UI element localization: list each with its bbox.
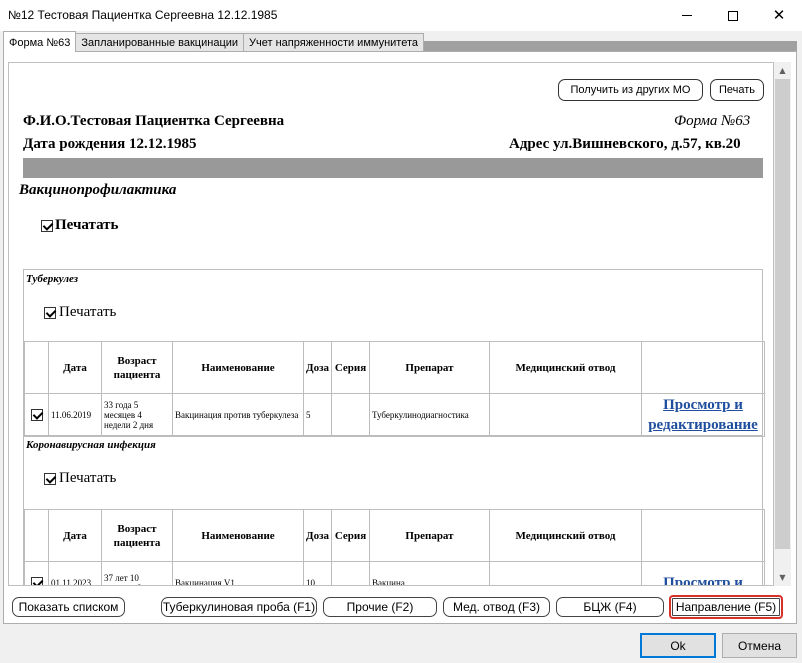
group-tuberculosis: Туберкулез Печатать Дата Возраст пациент… xyxy=(23,269,765,437)
birth-date: Дата рождения 12.12.1985 xyxy=(23,136,197,152)
tab-bar: Форма №63 Запланированные вакцинации Уче… xyxy=(3,31,424,52)
row-dose: 5 xyxy=(303,393,332,437)
ok-button[interactable]: Ok xyxy=(640,633,716,658)
col-med-exemption: Медицинский отвод xyxy=(489,509,642,562)
row-series xyxy=(331,561,370,585)
col-name: Наименование xyxy=(172,341,304,394)
group-title: Туберкулез xyxy=(26,273,79,285)
group-print-row: Печатать xyxy=(44,304,116,321)
row-age: 37 лет 10 месяцев 2 xyxy=(101,561,173,585)
bcg-button[interactable]: БЦЖ (F4) xyxy=(556,597,664,617)
group-print-label: Печатать xyxy=(59,470,117,486)
col-drug: Препарат xyxy=(369,341,490,394)
row-age: 33 года 5 месяцев 4 недели 2 дня xyxy=(101,393,173,437)
group-print-checkbox[interactable] xyxy=(44,472,56,485)
maximize-button[interactable] xyxy=(710,0,756,31)
col-date: Дата xyxy=(48,509,102,562)
show-list-button[interactable]: Показать списком xyxy=(12,597,125,617)
window-title: №12 Тестовая Пациентка Сергеевна 12.12.1… xyxy=(8,8,278,22)
row-dose: 10 xyxy=(303,561,332,585)
vaccination-table: Дата Возраст пациента Наименование Доза … xyxy=(24,509,765,586)
col-select xyxy=(24,341,49,394)
table-row: 01.11.2023 37 лет 10 месяцев 2 Вакцинаци… xyxy=(24,561,765,586)
col-age: Возраст пациента xyxy=(101,341,173,394)
row-series xyxy=(331,393,370,437)
col-med-exemption: Медицинский отвод xyxy=(489,341,642,394)
col-drug: Препарат xyxy=(369,509,490,562)
row-med-exemption xyxy=(489,393,642,437)
col-age: Возраст пациента xyxy=(101,509,173,562)
row-select-cell xyxy=(24,561,49,585)
row-link-cell: Просмотр и редактирование xyxy=(641,393,765,437)
grey-separator xyxy=(23,158,763,178)
tab-form-63[interactable]: Форма №63 xyxy=(3,31,77,52)
row-drug: Туберкулинодиагностика xyxy=(369,393,490,437)
view-edit-link[interactable]: Просмотр и xyxy=(663,575,743,586)
row-date: 11.06.2019 xyxy=(48,393,102,437)
col-name: Наименование xyxy=(172,509,304,562)
tuberculin-test-button[interactable]: Туберкулиновая проба (F1) xyxy=(161,597,317,617)
print-button[interactable]: Печать xyxy=(710,79,764,101)
row-checkbox[interactable] xyxy=(30,576,43,585)
patient-fio: Ф.И.О.Тестовая Пациентка Сергеевна xyxy=(23,113,285,129)
col-series: Серия xyxy=(331,509,370,562)
col-dose: Доза xyxy=(303,509,332,562)
print-all-label: Печатать xyxy=(55,217,119,233)
minimize-icon xyxy=(682,15,692,16)
print-all-checkbox[interactable] xyxy=(41,219,53,232)
table-header: Дата Возраст пациента Наименование Доза … xyxy=(24,341,765,394)
row-date: 01.11.2023 xyxy=(48,561,102,585)
row-name: Вакцинация против туберкулеза xyxy=(172,393,304,437)
scroll-down-icon[interactable]: ▼ xyxy=(774,569,791,586)
med-exemption-button[interactable]: Мед. отвод (F3) xyxy=(443,597,550,617)
form-number: Форма №63 xyxy=(674,113,751,129)
col-date: Дата xyxy=(48,341,102,394)
minimize-button[interactable] xyxy=(664,0,710,31)
get-from-other-mo-button[interactable]: Получить из других МО xyxy=(558,79,703,101)
other-button[interactable]: Прочие (F2) xyxy=(323,597,437,617)
cancel-button[interactable]: Отмена xyxy=(722,633,797,658)
group-print-label: Печатать xyxy=(59,304,117,320)
scroll-up-icon[interactable]: ▲ xyxy=(774,62,791,79)
patient-address: Адрес ул.Вишневского, д.57, кв.20 xyxy=(509,136,741,152)
row-med-exemption xyxy=(489,561,642,585)
main-window: №12 Тестовая Пациентка Сергеевна 12.12.1… xyxy=(0,0,802,663)
group-title: Коронавирусная инфекция xyxy=(26,439,156,451)
group-print-checkbox[interactable] xyxy=(44,306,56,319)
referral-button[interactable]: Направление (F5) xyxy=(669,595,783,619)
close-icon: ✕ xyxy=(772,6,786,24)
col-actions xyxy=(641,341,765,394)
tab-immunity-tension[interactable]: Учет напряженности иммунитета xyxy=(243,33,424,52)
row-drug: Вакцина xyxy=(369,561,490,585)
group-coronavirus: Коронавирусная инфекция Печатать Дата Во… xyxy=(23,435,765,586)
close-button[interactable]: ✕ xyxy=(756,0,802,31)
row-name: Вакцинация V1 xyxy=(172,561,304,585)
title-bar: №12 Тестовая Пациентка Сергеевна 12.12.1… xyxy=(0,0,802,31)
form-content: Получить из других МО Печать Ф.И.О.Тесто… xyxy=(8,62,774,586)
col-actions xyxy=(641,509,765,562)
row-link-cell: Просмотр и xyxy=(641,561,765,586)
view-edit-link[interactable]: Просмотр и редактирование xyxy=(648,397,758,433)
scroll-thumb[interactable] xyxy=(775,79,790,549)
vaccination-table: Дата Возраст пациента Наименование Доза … xyxy=(24,341,765,437)
section-title: Вакцинопрофилактика xyxy=(19,182,177,198)
col-series: Серия xyxy=(331,341,370,394)
col-select xyxy=(24,509,49,562)
row-select-cell xyxy=(24,393,49,437)
tab-planned-vaccinations[interactable]: Запланированные вакцинации xyxy=(75,33,245,52)
col-dose: Доза xyxy=(303,341,332,394)
table-header: Дата Возраст пациента Наименование Доза … xyxy=(24,509,765,562)
row-checkbox[interactable] xyxy=(30,409,43,421)
maximize-icon xyxy=(728,10,738,21)
group-print-row: Печатать xyxy=(44,470,116,487)
print-all-row: Печатать xyxy=(41,217,119,234)
table-row: 11.06.2019 33 года 5 месяцев 4 недели 2 … xyxy=(24,393,765,437)
vertical-scrollbar[interactable]: ▲ ▼ xyxy=(774,62,791,586)
